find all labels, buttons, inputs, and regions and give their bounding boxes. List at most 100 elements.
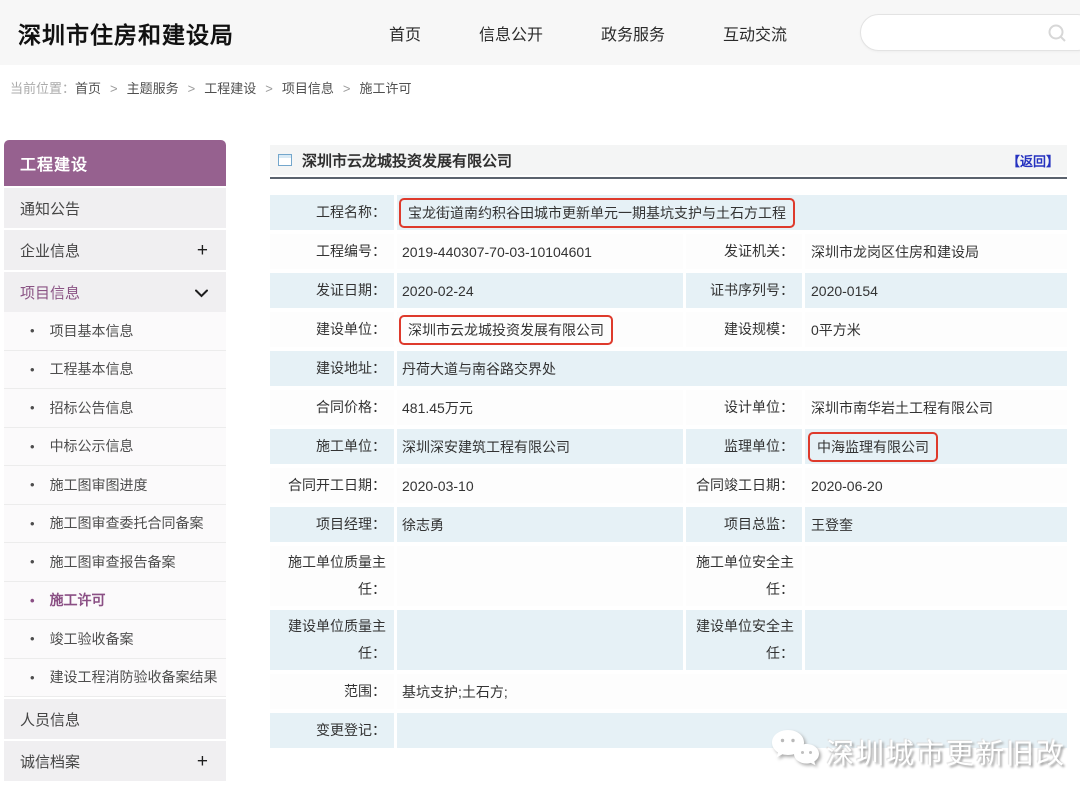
field-value: 徐志勇 bbox=[397, 507, 683, 542]
title-divider bbox=[270, 177, 1067, 179]
sidebar-subitem-tender-announcement[interactable]: •招标公告信息 bbox=[4, 389, 226, 428]
field-value: 0平方米 bbox=[805, 312, 1067, 347]
nav-home[interactable]: 首页 bbox=[389, 21, 421, 45]
field-value: 中海监理有限公司 bbox=[805, 429, 1067, 464]
sidebar-subitem-review-report-filing[interactable]: •施工图审查报告备案 bbox=[4, 543, 226, 582]
sidebar-subitem-drawing-review-progress[interactable]: •施工图审图进度 bbox=[4, 466, 226, 505]
search-icon[interactable] bbox=[1047, 23, 1067, 48]
field-value: 2019-440307-70-03-10104601 bbox=[397, 234, 683, 269]
breadcrumb-construction-permit[interactable]: 施工许可 bbox=[359, 81, 411, 96]
nav-gov-services[interactable]: 政务服务 bbox=[601, 21, 665, 45]
sidebar-subitem-fire-acceptance-result[interactable]: •建设工程消防验收备案结果 bbox=[4, 659, 226, 698]
main-panel: 深圳市云龙城投资发展有限公司 【返回】 工程名称： 宝龙街道南约积谷田城市更新单… bbox=[270, 145, 1067, 752]
field-label: 发证日期： bbox=[270, 273, 394, 308]
field-value bbox=[805, 546, 1067, 606]
sidebar-subitem-completion-acceptance-filing[interactable]: •竣工验收备案 bbox=[4, 620, 226, 659]
field-label: 合同价格： bbox=[270, 390, 394, 425]
highlight-box: 深圳市云龙城投资发展有限公司 bbox=[399, 315, 613, 345]
breadcrumb-theme-services[interactable]: 主题服务 bbox=[127, 81, 179, 96]
sidebar-item-project-info[interactable]: 项目信息 bbox=[4, 272, 226, 312]
field-label: 施工单位： bbox=[270, 429, 394, 464]
field-label: 项目经理： bbox=[270, 507, 394, 542]
field-value: 深圳深安建筑工程有限公司 bbox=[397, 429, 683, 464]
field-label: 建设单位安全主任： bbox=[686, 610, 802, 670]
field-label: 发证机关： bbox=[686, 234, 802, 269]
field-value bbox=[397, 713, 1067, 748]
field-label: 建设单位质量主任： bbox=[270, 610, 394, 670]
field-label: 设计单位： bbox=[686, 390, 802, 425]
field-value: 丹荷大道与南谷路交界处 bbox=[397, 351, 1067, 386]
sidebar-subitem-engineering-basic-info[interactable]: •工程基本信息 bbox=[4, 351, 226, 390]
table-row-project-name: 工程名称： 宝龙街道南约积谷田城市更新单元一期基坑支护与土石方工程 bbox=[270, 195, 1067, 230]
breadcrumb-construction[interactable]: 工程建设 bbox=[204, 81, 256, 96]
site-logo: 深圳市住房和建设局 bbox=[18, 16, 234, 50]
table-row-owner-quality-director: 建设单位质量主任： 建设单位安全主任： bbox=[270, 610, 1067, 670]
table-row-scope: 范围： 基坑支护;土石方; bbox=[270, 674, 1067, 709]
table-row-change-registration: 变更登记： bbox=[270, 713, 1067, 748]
sidebar-item-enterprise-info[interactable]: 企业信息 + bbox=[4, 230, 226, 270]
sidebar-subitem-construction-permit[interactable]: •施工许可 bbox=[4, 582, 226, 621]
document-icon bbox=[278, 154, 292, 166]
field-value: 宝龙街道南约积谷田城市更新单元一期基坑支护与土石方工程 bbox=[397, 195, 1067, 230]
field-label: 合同竣工日期： bbox=[686, 468, 802, 503]
main-titlebar: 深圳市云龙城投资发展有限公司 【返回】 bbox=[270, 145, 1067, 175]
field-label: 工程编号： bbox=[270, 234, 394, 269]
field-label: 合同开工日期： bbox=[270, 468, 394, 503]
table-row-construction-contractor: 施工单位： 深圳深安建筑工程有限公司 监理单位： 中海监理有限公司 bbox=[270, 429, 1067, 464]
highlight-box: 宝龙街道南约积谷田城市更新单元一期基坑支护与土石方工程 bbox=[399, 198, 795, 228]
field-label: 证书序列号： bbox=[686, 273, 802, 308]
field-label: 范围： bbox=[270, 674, 394, 709]
field-value: 2020-03-10 bbox=[397, 468, 683, 503]
field-value: 2020-0154 bbox=[805, 273, 1067, 308]
field-label: 施工单位质量主任： bbox=[270, 546, 394, 606]
field-value: 基坑支护;土石方; bbox=[397, 674, 1067, 709]
sidebar-subitem-bid-winning-publicity[interactable]: •中标公示信息 bbox=[4, 428, 226, 467]
breadcrumb-prefix: 当前位置： bbox=[10, 81, 75, 96]
field-label: 施工单位安全主任： bbox=[686, 546, 802, 606]
sidebar-item-integrity-archive[interactable]: 诚信档案 + bbox=[4, 741, 226, 781]
table-row-project-number: 工程编号： 2019-440307-70-03-10104601 发证机关： 深… bbox=[270, 234, 1067, 269]
sidebar: 工程建设 通知公告 企业信息 + 项目信息 •项目基本信息 •工程基本信息 •招… bbox=[4, 140, 226, 781]
field-value: 2020-02-24 bbox=[397, 273, 683, 308]
table-row-project-manager: 项目经理： 徐志勇 项目总监： 王登奎 bbox=[270, 507, 1067, 542]
sidebar-header-construction: 工程建设 bbox=[4, 140, 226, 186]
field-value: 深圳市南华岩土工程有限公司 bbox=[805, 390, 1067, 425]
table-row-address: 建设地址： 丹荷大道与南谷路交界处 bbox=[270, 351, 1067, 386]
field-label: 项目总监： bbox=[686, 507, 802, 542]
back-button[interactable]: 【返回】 bbox=[1007, 151, 1059, 170]
field-value: 王登奎 bbox=[805, 507, 1067, 542]
field-value: 深圳市云龙城投资发展有限公司 bbox=[397, 312, 683, 347]
company-title: 深圳市云龙城投资发展有限公司 bbox=[302, 150, 512, 171]
site-header: 深圳市住房和建设局 首页 信息公开 政务服务 互动交流 bbox=[0, 0, 1080, 65]
breadcrumb: 当前位置：首页>主题服务>工程建设>项目信息>施工许可 bbox=[10, 78, 411, 97]
sidebar-item-notices[interactable]: 通知公告 bbox=[4, 188, 226, 228]
sidebar-item-personnel-info[interactable]: 人员信息 bbox=[4, 699, 226, 739]
field-label: 监理单位： bbox=[686, 429, 802, 464]
nav-info-disclosure[interactable]: 信息公开 bbox=[479, 21, 543, 45]
breadcrumb-project-info[interactable]: 项目信息 bbox=[282, 81, 334, 96]
table-row-contract-price: 合同价格： 481.45万元 设计单位： 深圳市南华岩土工程有限公司 bbox=[270, 390, 1067, 425]
field-value: 2020-06-20 bbox=[805, 468, 1067, 503]
plus-icon[interactable]: + bbox=[197, 241, 208, 260]
field-label: 变更登记： bbox=[270, 713, 394, 748]
field-value: 481.45万元 bbox=[397, 390, 683, 425]
chevron-down-icon[interactable] bbox=[195, 283, 208, 302]
sidebar-subitem-project-basic-info[interactable]: •项目基本信息 bbox=[4, 312, 226, 351]
field-label: 建设规模： bbox=[686, 312, 802, 347]
sidebar-submenu-project-info: •项目基本信息 •工程基本信息 •招标公告信息 •中标公示信息 •施工图审图进度… bbox=[4, 312, 226, 697]
field-label: 建设单位： bbox=[270, 312, 394, 347]
field-value bbox=[397, 610, 683, 670]
plus-icon[interactable]: + bbox=[197, 752, 208, 771]
sidebar-subitem-review-contract-filing[interactable]: •施工图审查委托合同备案 bbox=[4, 505, 226, 544]
breadcrumb-home[interactable]: 首页 bbox=[75, 81, 101, 96]
table-row-quality-director: 施工单位质量主任： 施工单位安全主任： bbox=[270, 546, 1067, 606]
table-row-contract-dates: 合同开工日期： 2020-03-10 合同竣工日期： 2020-06-20 bbox=[270, 468, 1067, 503]
nav-interaction[interactable]: 互动交流 bbox=[723, 21, 787, 45]
search-input[interactable] bbox=[877, 15, 1047, 48]
table-row-issue-date: 发证日期： 2020-02-24 证书序列号： 2020-0154 bbox=[270, 273, 1067, 308]
search-box[interactable] bbox=[860, 14, 1080, 51]
top-nav: 首页 信息公开 政务服务 互动交流 bbox=[389, 21, 787, 45]
field-value bbox=[805, 610, 1067, 670]
field-value bbox=[397, 546, 683, 606]
field-label: 建设地址： bbox=[270, 351, 394, 386]
